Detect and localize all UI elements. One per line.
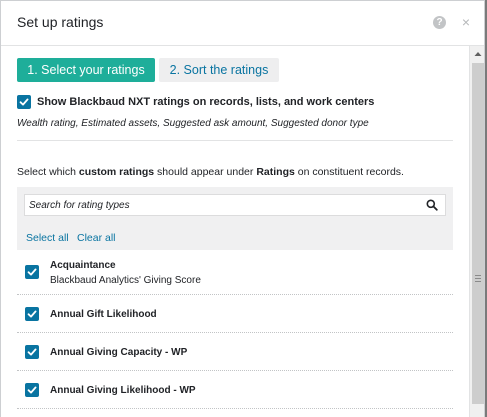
list-item[interactable]: Annual Giving Likelihood - WP: [17, 371, 453, 409]
help-icon[interactable]: ?: [433, 16, 446, 29]
list-item[interactable]: Annual Giving Capacity - WP: [17, 333, 453, 371]
list-item[interactable]: Annual Gift Likelihood: [17, 295, 453, 333]
show-nxt-ratings-label: Show Blackbaud NXT ratings on records, l…: [37, 96, 375, 108]
show-nxt-ratings-description: Wealth rating, Estimated assets, Suggest…: [17, 118, 369, 129]
clear-all-link[interactable]: Clear all: [77, 232, 116, 244]
instruction-bold: custom ratings: [78, 166, 155, 178]
rating-checkbox[interactable]: [25, 307, 39, 321]
rating-name: Annual Gift Likelihood: [50, 309, 157, 320]
rating-name: Annual Giving Capacity - WP: [50, 347, 188, 358]
instruction-text: should appear under: [154, 166, 257, 178]
rating-subtitle: Blackbaud Analytics' Giving Score: [50, 275, 201, 286]
scrollbar-thumb[interactable]: [472, 63, 484, 404]
instruction-text: on constituent records.: [294, 166, 404, 178]
grip-line: [475, 278, 481, 279]
instruction-text: Select which: [17, 166, 79, 178]
modal-body: 1. Select your ratings 2. Sort the ratin…: [1, 46, 469, 417]
search-input[interactable]: [29, 197, 409, 213]
check-icon: [27, 310, 37, 318]
check-icon: [27, 386, 37, 394]
custom-ratings-instruction: Select which custom ratings should appea…: [17, 166, 404, 178]
grip-line: [475, 275, 481, 276]
search-box[interactable]: [24, 194, 446, 216]
scroll-up-arrow-icon[interactable]: [470, 46, 485, 62]
rating-checkbox[interactable]: [25, 265, 39, 279]
rating-checkbox[interactable]: [25, 345, 39, 359]
search-toolbar: Select all Clear all: [17, 187, 453, 250]
rating-name: Annual Giving Likelihood - WP: [50, 385, 196, 396]
close-icon[interactable]: ×: [460, 14, 472, 30]
list-item[interactable]: Acquaintance Blackbaud Analytics' Giving…: [17, 251, 453, 295]
modal-header: Set up ratings ? ×: [1, 1, 484, 46]
vertical-scrollbar[interactable]: [469, 46, 485, 417]
step-sort-ratings[interactable]: 2. Sort the ratings: [159, 58, 279, 82]
rating-name: Acquaintance: [50, 260, 116, 271]
select-all-link[interactable]: Select all: [26, 232, 69, 244]
search-icon[interactable]: [426, 199, 438, 211]
check-icon: [27, 348, 37, 356]
modal-title: Set up ratings: [17, 14, 104, 30]
divider: [17, 140, 453, 141]
check-icon: [19, 98, 29, 106]
step-select-ratings[interactable]: 1. Select your ratings: [17, 58, 155, 82]
setup-ratings-modal: Set up ratings ? × 1. Select your rating…: [0, 0, 485, 417]
show-nxt-ratings-checkbox[interactable]: [17, 95, 31, 109]
instruction-bold: Ratings: [256, 166, 295, 178]
grip-line: [475, 281, 481, 282]
check-icon: [27, 268, 37, 276]
rating-checkbox[interactable]: [25, 383, 39, 397]
